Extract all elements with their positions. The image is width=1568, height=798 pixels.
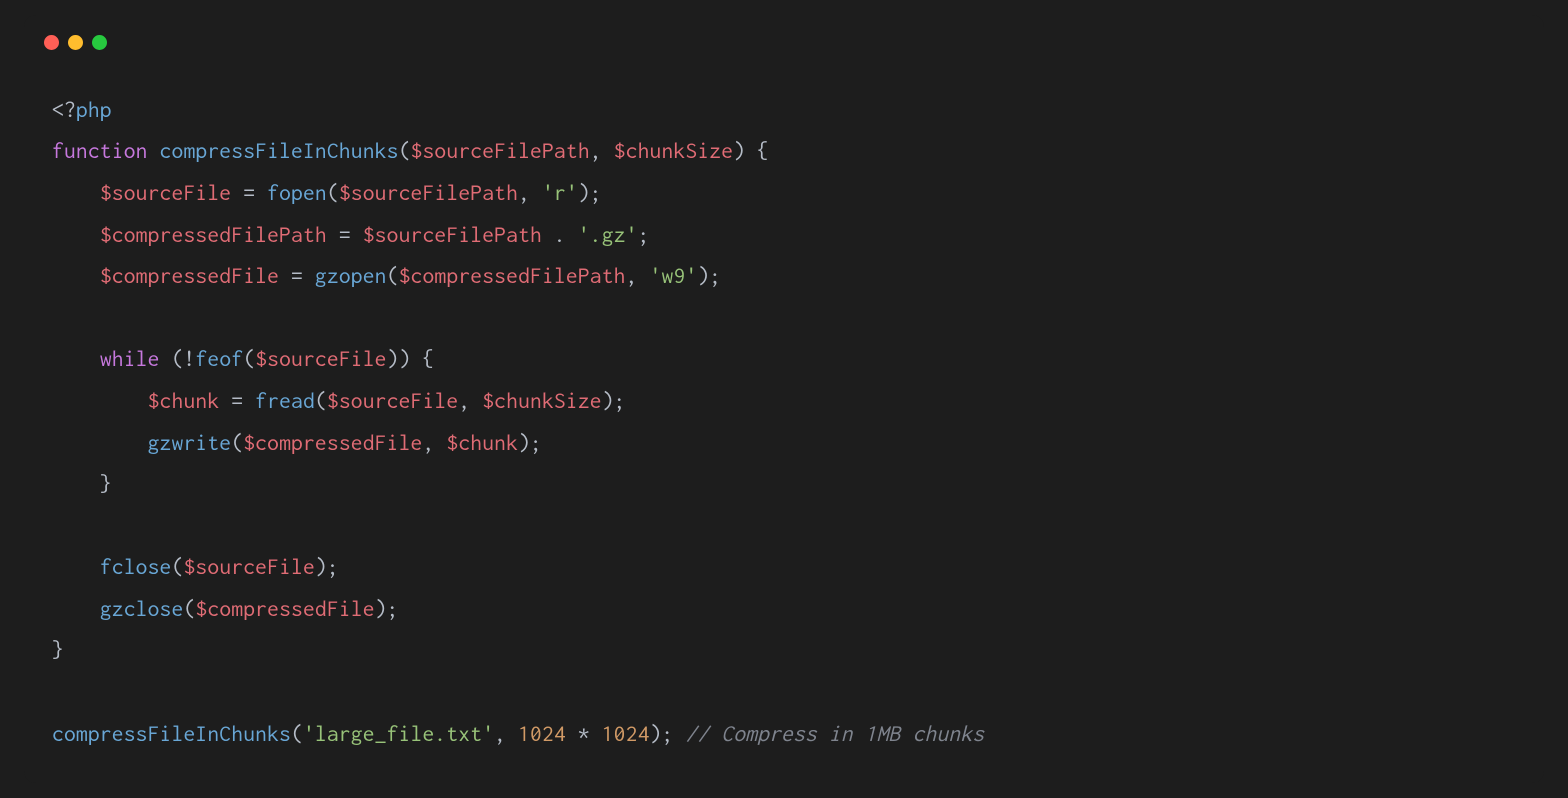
code-token: gzclose (100, 597, 184, 621)
code-token: $sourceFilePath (363, 223, 542, 247)
code-token (52, 431, 148, 455)
code-token: $chunk (446, 431, 518, 455)
code-token: , (494, 722, 518, 746)
code-token: $sourceFile (183, 555, 314, 579)
code-token: , (422, 431, 446, 455)
code-token: ); (375, 597, 399, 621)
code-token: ; (638, 223, 650, 247)
code-token: (! (160, 347, 196, 371)
code-token: $chunkSize (614, 139, 734, 163)
code-token: '.gz' (578, 223, 638, 247)
code-token: $compressedFile (195, 597, 374, 621)
code-token: $sourceFile (327, 389, 458, 413)
code-token (52, 264, 100, 288)
code-token: gzopen (315, 264, 387, 288)
code-token (52, 389, 148, 413)
code-token: $chunk (148, 389, 220, 413)
minimize-icon[interactable] (68, 35, 83, 50)
code-token: compressFileInChunks (52, 722, 291, 746)
code-token: * (566, 722, 602, 746)
code-token: fclose (100, 555, 172, 579)
code-token: $compressedFile (100, 264, 279, 288)
code-token: = (219, 389, 255, 413)
code-token: , (458, 389, 482, 413)
code-token: , (626, 264, 650, 288)
code-token: ); (650, 722, 686, 746)
code-token: php (76, 98, 112, 122)
code-token: gzwrite (148, 431, 232, 455)
code-token: ( (327, 181, 339, 205)
code-token: $compressedFilePath (399, 264, 626, 288)
code-token: ); (518, 431, 542, 455)
code-token: compressFileInChunks (148, 139, 399, 163)
code-token: ( (291, 722, 303, 746)
code-token: function (52, 139, 148, 163)
code-token: $compressedFilePath (100, 223, 327, 247)
close-icon[interactable] (44, 35, 59, 50)
code-token: ( (231, 431, 243, 455)
code-token: 'large_file.txt' (303, 722, 494, 746)
window-titlebar (24, 15, 1544, 60)
code-token (52, 472, 100, 496)
code-token: = (327, 223, 363, 247)
code-token: } (100, 472, 112, 496)
code-token: fopen (267, 181, 327, 205)
code-token: ( (183, 597, 195, 621)
code-token: fread (255, 389, 315, 413)
code-token (52, 555, 100, 579)
maximize-icon[interactable] (92, 35, 107, 50)
code-token: $sourceFile (100, 181, 231, 205)
code-token: . (542, 223, 578, 247)
code-token: , (590, 139, 614, 163)
code-token: feof (195, 347, 243, 371)
code-token: ) { (733, 139, 769, 163)
code-token (52, 347, 100, 371)
code-token: ); (602, 389, 626, 413)
code-content: <?php function compressFileInChunks($sou… (24, 60, 1544, 784)
code-token: 'r' (542, 181, 578, 205)
code-token: $sourceFile (255, 347, 386, 371)
code-editor-window: <?php function compressFileInChunks($sou… (24, 15, 1544, 784)
code-token: )) { (387, 347, 435, 371)
code-token: ( (399, 139, 411, 163)
code-token: 1024 (602, 722, 650, 746)
code-token: } (52, 638, 64, 662)
code-token: = (279, 264, 315, 288)
code-token: $compressedFile (243, 431, 422, 455)
code-token: ); (578, 181, 602, 205)
code-token: , (518, 181, 542, 205)
code-token: ); (697, 264, 721, 288)
code-token: ( (172, 555, 184, 579)
code-token: = (231, 181, 267, 205)
code-token: $sourceFilePath (411, 139, 590, 163)
code-token: ( (315, 389, 327, 413)
code-token (52, 597, 100, 621)
code-token: ); (315, 555, 339, 579)
code-token: <? (52, 98, 76, 122)
code-token: ( (387, 264, 399, 288)
code-token: ( (243, 347, 255, 371)
code-token (52, 181, 100, 205)
code-token: $sourceFilePath (339, 181, 518, 205)
code-token: // Compress in 1MB chunks (685, 722, 984, 746)
code-token (52, 223, 100, 247)
code-token: while (100, 347, 160, 371)
code-token: $chunkSize (482, 389, 602, 413)
code-token: 1024 (518, 722, 566, 746)
code-token: 'w9' (650, 264, 698, 288)
